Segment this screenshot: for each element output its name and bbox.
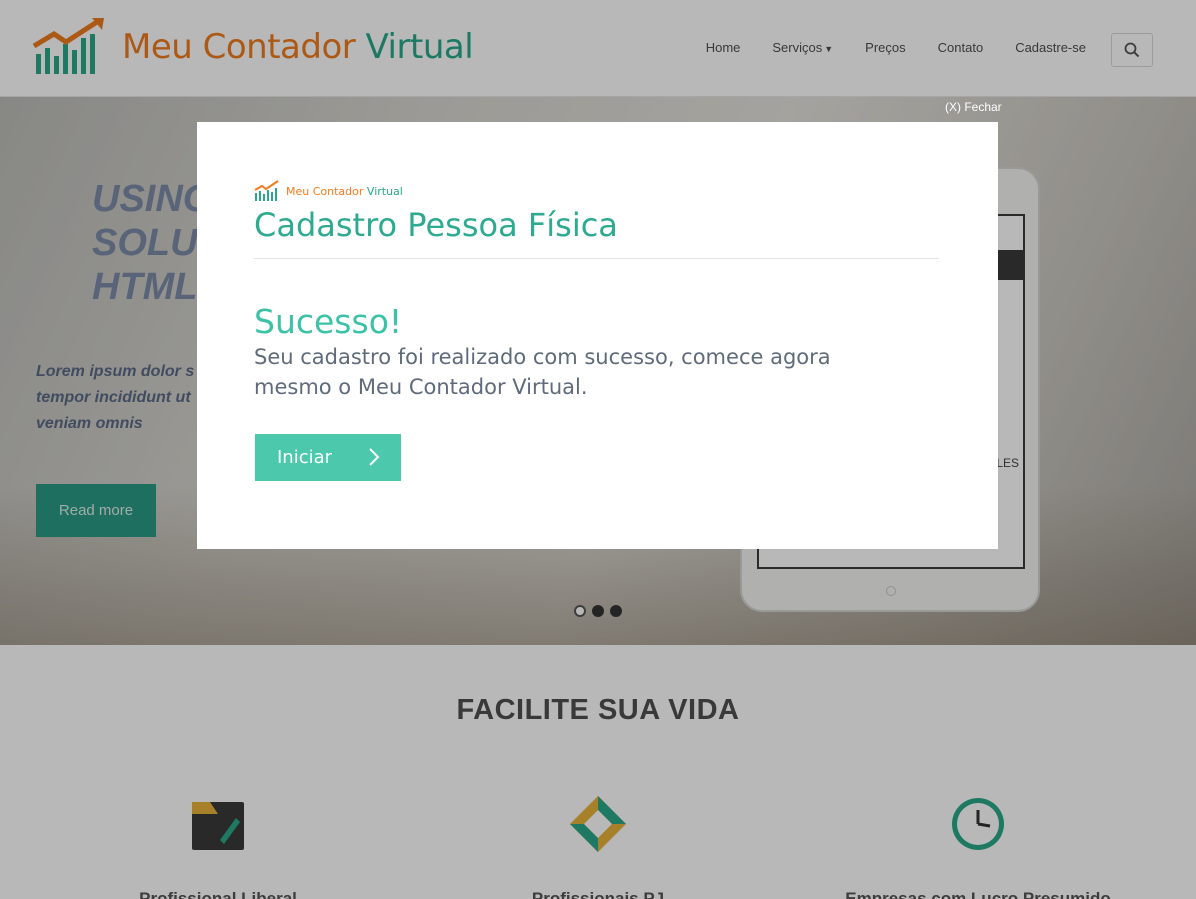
logo-word-contador: Contador	[312, 184, 367, 198]
chevron-right-icon	[369, 448, 380, 466]
modal-logo: Meu Contador Virtual	[254, 180, 403, 202]
modal-title: Cadastro Pessoa Física	[254, 206, 618, 244]
logo-word-virtual: Virtual	[366, 184, 403, 198]
bar-chart-logo-icon	[254, 180, 279, 201]
modal-divider	[254, 258, 939, 259]
signup-success-modal: Meu Contador Virtual Cadastro Pessoa Fís…	[197, 122, 998, 549]
logo-word-meu: Meu	[286, 184, 313, 198]
success-heading: Sucesso!	[254, 302, 403, 341]
start-button-label: Iniciar	[277, 447, 333, 468]
success-message: Seu cadastro foi realizado com sucesso, …	[254, 345, 831, 399]
modal-close-link[interactable]: (X) Fechar	[945, 100, 1002, 114]
start-button[interactable]: Iniciar	[255, 434, 401, 481]
modal-logo-text: Meu Contador Virtual	[286, 185, 403, 198]
